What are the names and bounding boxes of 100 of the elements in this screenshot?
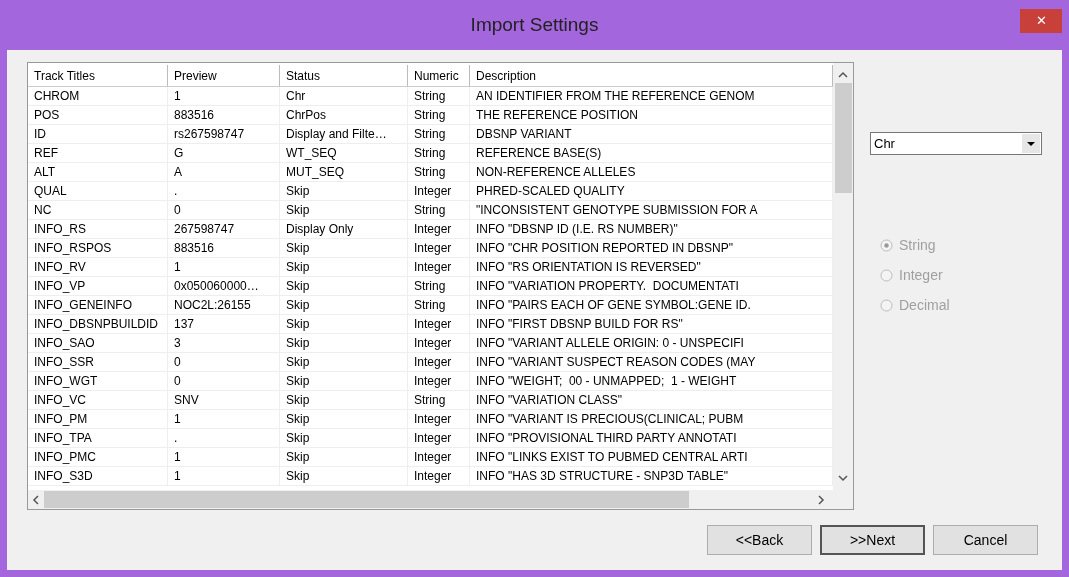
table-cell: Display and Filte…: [280, 125, 408, 144]
table-cell: String: [408, 106, 470, 125]
table-cell: 267598747: [168, 220, 280, 239]
table-cell: REF: [28, 144, 168, 163]
table-cell: INFO "DBSNP ID (I.E. RS NUMBER)": [470, 220, 833, 239]
radio-label: Integer: [899, 266, 943, 285]
table-cell: Skip: [280, 239, 408, 258]
dialog-button[interactable]: >>Next: [820, 525, 925, 555]
scrollbar-thumb[interactable]: [44, 491, 689, 508]
table-cell: Skip: [280, 429, 408, 448]
table-cell: INFO_RSPOS: [28, 239, 168, 258]
vertical-scrollbar[interactable]: [833, 63, 853, 490]
table-cell: DBSNP VARIANT: [470, 125, 833, 144]
table-cell: 1: [168, 467, 280, 486]
table-cell: 883516: [168, 106, 280, 125]
table-cell: "INCONSISTENT GENOTYPE SUBMISSION FOR A: [470, 201, 833, 220]
horizontal-scrollbar[interactable]: [28, 490, 853, 509]
table-cell: PHRED-SCALED QUALITY: [470, 182, 833, 201]
table-cell: INFO "VARIANT ALLELE ORIGIN: 0 - UNSPECIFI: [470, 334, 833, 353]
table-cell: String: [408, 391, 470, 410]
table-cell: INFO "RS ORIENTATION IS REVERSED": [470, 258, 833, 277]
table-cell: INFO "CHR POSITION REPORTED IN DBSNP": [470, 239, 833, 258]
table-cell: POS: [28, 106, 168, 125]
scroll-right-icon[interactable]: [817, 494, 825, 505]
table-cell: String: [408, 277, 470, 296]
table-cell: INFO_SAO: [28, 334, 168, 353]
table-cell: Chr: [280, 87, 408, 106]
table-cell: INFO_S3D: [28, 467, 168, 486]
table-cell: INFO "VARIANT IS PRECIOUS(CLINICAL; PUBM: [470, 410, 833, 429]
table-cell: Skip: [280, 201, 408, 220]
table-cell: INFO_PM: [28, 410, 168, 429]
table-cell: G: [168, 144, 280, 163]
table-cell: String: [408, 201, 470, 220]
table-cell: 1: [168, 410, 280, 429]
scroll-up-icon[interactable]: [838, 71, 848, 79]
table-cell: Integer: [408, 410, 470, 429]
table-cell: AN IDENTIFIER FROM THE REFERENCE GENOM: [470, 87, 833, 106]
close-button[interactable]: ✕: [1020, 9, 1062, 33]
table-cell: INFO_VC: [28, 391, 168, 410]
table-cell: Skip: [280, 315, 408, 334]
table-cell: ALT: [28, 163, 168, 182]
table-cell: Skip: [280, 372, 408, 391]
table-cell: WT_SEQ: [280, 144, 408, 163]
table-cell: Integer: [408, 353, 470, 372]
table-cell: Integer: [408, 220, 470, 239]
scroll-left-icon[interactable]: [32, 494, 40, 505]
table-cell: 0: [168, 201, 280, 220]
table-cell: Skip: [280, 334, 408, 353]
table-cell: NOC2L:26155: [168, 296, 280, 315]
type-dropdown[interactable]: Chr: [870, 132, 1042, 155]
table-cell: String: [408, 125, 470, 144]
table-cell: 1: [168, 87, 280, 106]
table-cell: INFO "PROVISIONAL THIRD PARTY ANNOTATI: [470, 429, 833, 448]
table-cell: Skip: [280, 182, 408, 201]
table-cell: String: [408, 163, 470, 182]
table-cell: 883516: [168, 239, 280, 258]
table-cell: String: [408, 296, 470, 315]
radio-label: String: [899, 236, 936, 255]
table-cell: Skip: [280, 296, 408, 315]
table-cell: INFO "LINKS EXIST TO PUBMED CENTRAL ARTI: [470, 448, 833, 467]
table-cell: 137: [168, 315, 280, 334]
table-cell: INFO "VARIATION PROPERTY. DOCUMENTATI: [470, 277, 833, 296]
table-cell: INFO "HAS 3D STRUCTURE - SNP3D TABLE": [470, 467, 833, 486]
table-cell: NC: [28, 201, 168, 220]
scroll-down-icon[interactable]: [838, 474, 848, 482]
table-cell: ID: [28, 125, 168, 144]
table-cell: INFO_RS: [28, 220, 168, 239]
table-cell: Integer: [408, 429, 470, 448]
table-cell: Integer: [408, 467, 470, 486]
table-cell: .: [168, 182, 280, 201]
table-cell: INFO "VARIANT SUSPECT REASON CODES (MAY: [470, 353, 833, 372]
table-cell: rs267598747: [168, 125, 280, 144]
table-cell: QUAL: [28, 182, 168, 201]
table-cell: Integer: [408, 334, 470, 353]
table-cell: Skip: [280, 391, 408, 410]
table-cell: INFO_SSR: [28, 353, 168, 372]
dialog-button[interactable]: <<Back: [707, 525, 812, 555]
table-cell: Display Only: [280, 220, 408, 239]
table-cell: SNV: [168, 391, 280, 410]
table-cell: A: [168, 163, 280, 182]
table-cell: Skip: [280, 258, 408, 277]
table-cell: INFO_WGT: [28, 372, 168, 391]
radio-label: Decimal: [899, 296, 950, 315]
table-cell: INFO_VP: [28, 277, 168, 296]
table-cell: REFERENCE BASE(S): [470, 144, 833, 163]
table-cell: 0x050060000…: [168, 277, 280, 296]
dialog-button[interactable]: Cancel: [933, 525, 1038, 555]
table-cell: Integer: [408, 239, 470, 258]
table-cell: .: [168, 429, 280, 448]
table-cell: MUT_SEQ: [280, 163, 408, 182]
table-cell: Skip: [280, 410, 408, 429]
scrollbar-thumb[interactable]: [834, 83, 852, 193]
table-cell: Integer: [408, 372, 470, 391]
table-cell: Integer: [408, 315, 470, 334]
table-cell: 3: [168, 334, 280, 353]
window-title: Import Settings: [470, 12, 599, 37]
table-cell: Skip: [280, 353, 408, 372]
table-cell: ChrPos: [280, 106, 408, 125]
table-cell: 1: [168, 448, 280, 467]
table-cell: NON-REFERENCE ALLELES: [470, 163, 833, 182]
